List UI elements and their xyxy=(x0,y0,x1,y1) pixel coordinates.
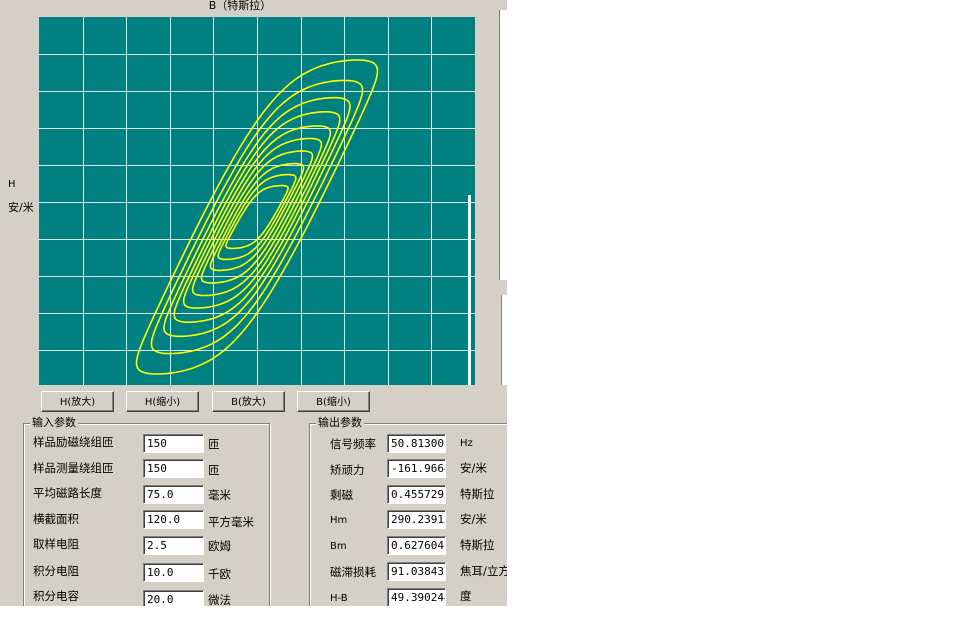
output-unit: 特斯拉 xyxy=(460,538,495,552)
plot-scroll-indicator xyxy=(468,195,471,385)
output-field[interactable]: 50.813008 xyxy=(387,434,446,453)
input-unit: 千欧 xyxy=(208,567,231,581)
input-field[interactable]: 20.0 xyxy=(143,590,204,606)
input-params-title: 输入参数 xyxy=(30,416,78,430)
output-field[interactable]: 0.455729 xyxy=(387,485,446,504)
input-unit: 毫米 xyxy=(208,488,231,502)
input-unit: 匝 xyxy=(208,437,220,451)
b-zoom-in-button[interactable]: B(放大) xyxy=(212,391,285,412)
input-label: 样品励磁绕组匝 xyxy=(33,435,114,449)
output-unit: 度 xyxy=(460,589,472,603)
hysteresis-app-window: B（特斯拉） H 安/米 H(放大) H(缩小) B(放大) B(缩小) 输入参… xyxy=(0,0,507,606)
y-axis-symbol: H xyxy=(8,179,16,190)
input-label: 平均磁路长度 xyxy=(33,486,102,500)
output-params-group: 输出参数 信号频率 50.813008 Hz 矫顽力 -161.9664 安/米… xyxy=(309,416,507,606)
input-unit: 平方毫米 xyxy=(208,515,254,529)
h-zoom-in-button[interactable]: H(放大) xyxy=(41,391,114,412)
input-label: 积分电容 xyxy=(33,589,79,603)
output-field[interactable]: -161.9664 xyxy=(387,459,446,478)
output-label: 矫顽力 xyxy=(330,463,365,477)
plot-canvas xyxy=(39,17,475,385)
output-unit: 焦耳/立方 xyxy=(460,564,507,578)
output-label: 信号频率 xyxy=(330,437,376,451)
input-field[interactable]: 75.0 xyxy=(143,485,204,504)
right-panel-edge xyxy=(499,10,507,280)
output-field[interactable]: 0.627604 xyxy=(387,536,446,555)
y-axis-unit: 安/米 xyxy=(8,201,34,214)
input-field[interactable]: 120.0 xyxy=(143,510,204,529)
output-label: Bm xyxy=(330,541,347,552)
input-unit: 微法 xyxy=(208,593,231,606)
input-field[interactable]: 2.5 xyxy=(143,536,204,555)
output-unit: 安/米 xyxy=(460,512,487,526)
output-unit: Hz xyxy=(460,438,473,449)
input-label: 取样电阻 xyxy=(33,537,79,551)
b-zoom-out-button[interactable]: B(缩小) xyxy=(297,391,370,412)
output-field[interactable]: 49.390244 xyxy=(387,588,446,606)
input-params-group: 输入参数 样品励磁绕组匝 150 匝 样品测量绕组匝 150 匝 平均磁路长度 … xyxy=(23,416,270,606)
output-field[interactable]: 290.23912 xyxy=(387,510,446,529)
output-unit: 安/米 xyxy=(460,461,487,475)
input-field[interactable]: 150 xyxy=(143,434,204,453)
output-label: Hm xyxy=(330,515,348,526)
input-field[interactable]: 10.0 xyxy=(143,563,204,582)
hysteresis-plot xyxy=(39,17,475,385)
right-panel-edge xyxy=(501,295,507,385)
chart-title: B（特斯拉） xyxy=(208,0,272,12)
output-label: H-B xyxy=(330,593,348,604)
input-unit: 欧姆 xyxy=(208,539,231,553)
h-zoom-out-button[interactable]: H(缩小) xyxy=(126,391,199,412)
output-label: 剩磁 xyxy=(330,488,353,502)
output-unit: 特斯拉 xyxy=(460,487,495,501)
input-label: 积分电阻 xyxy=(33,564,79,578)
input-unit: 匝 xyxy=(208,463,220,477)
input-label: 横截面积 xyxy=(33,512,79,526)
input-label: 样品测量绕组匝 xyxy=(33,461,114,475)
input-field[interactable]: 150 xyxy=(143,459,204,478)
output-params-title: 输出参数 xyxy=(316,416,364,430)
output-field[interactable]: 91.038437 xyxy=(387,562,446,581)
output-label: 磁滞损耗 xyxy=(330,565,376,579)
